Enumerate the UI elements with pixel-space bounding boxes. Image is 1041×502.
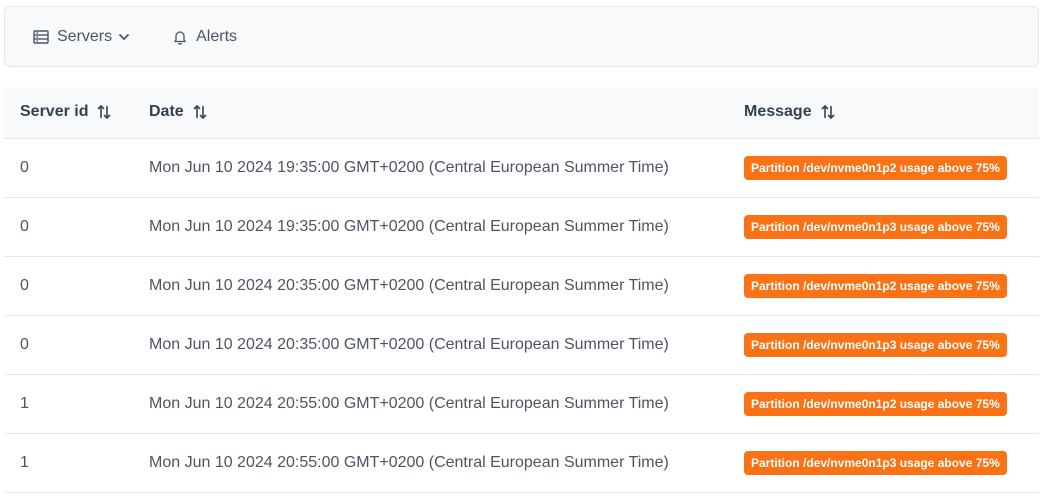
chevron-down-icon	[118, 33, 130, 40]
server-id-cell: 1	[20, 394, 29, 412]
warning-badge: Partition /dev/nvme0n1p2 usage above 75%	[744, 273, 1007, 298]
servers-menu-label: Servers	[57, 27, 113, 45]
sort-icon[interactable]	[96, 104, 112, 120]
server-id-cell: 0	[20, 335, 29, 353]
table-row[interactable]: 0 Mon Jun 10 2024 20:35:00 GMT+0200 (Cen…	[4, 315, 1039, 374]
alerts-table: Server id Date Message 0 Mon Jun 10 2024…	[4, 87, 1039, 493]
date-cell: Mon Jun 10 2024 19:35:00 GMT+0200 (Centr…	[149, 158, 669, 176]
message-cell: Partition /dev/nvme0n1p2 usage above 75%	[728, 138, 1039, 197]
table-row[interactable]: 0 Mon Jun 10 2024 19:35:00 GMT+0200 (Cen…	[4, 197, 1039, 256]
alerts-menu-label: Alerts	[196, 27, 238, 45]
warning-badge: Partition /dev/nvme0n1p3 usage above 75%	[744, 450, 1007, 475]
message-cell: Partition /dev/nvme0n1p2 usage above 75%	[728, 256, 1039, 315]
warning-badge: Partition /dev/nvme0n1p3 usage above 75%	[744, 214, 1007, 239]
column-header-date[interactable]: Date	[133, 87, 728, 138]
table-body: 0 Mon Jun 10 2024 19:35:00 GMT+0200 (Cen…	[4, 138, 1039, 492]
server-icon	[33, 29, 49, 44]
warning-badge: Partition /dev/nvme0n1p2 usage above 75%	[744, 391, 1007, 416]
warning-badge: Partition /dev/nvme0n1p3 usage above 75%	[744, 332, 1007, 357]
server-id-cell: 0	[20, 276, 29, 294]
date-cell: Mon Jun 10 2024 20:35:00 GMT+0200 (Centr…	[149, 335, 669, 353]
message-cell: Partition /dev/nvme0n1p3 usage above 75%	[728, 433, 1039, 492]
sort-icon[interactable]	[192, 104, 208, 120]
column-header-server-id[interactable]: Server id	[4, 87, 133, 138]
bell-icon	[173, 30, 187, 45]
table-row[interactable]: 1 Mon Jun 10 2024 20:55:00 GMT+0200 (Cen…	[4, 433, 1039, 492]
alerts-menu[interactable]: Alerts	[172, 28, 237, 46]
column-header-message[interactable]: Message	[728, 87, 1039, 138]
date-cell: Mon Jun 10 2024 20:55:00 GMT+0200 (Centr…	[149, 453, 669, 471]
column-header-label: Message	[744, 103, 812, 121]
servers-menu[interactable]: Servers	[33, 28, 130, 46]
top-menubar: Servers Alerts	[4, 6, 1039, 67]
table-row[interactable]: 1 Mon Jun 10 2024 20:55:00 GMT+0200 (Cen…	[4, 374, 1039, 433]
server-id-cell: 0	[20, 217, 29, 235]
message-cell: Partition /dev/nvme0n1p3 usage above 75%	[728, 197, 1039, 256]
server-id-cell: 1	[20, 453, 29, 471]
column-header-label: Date	[149, 103, 184, 121]
message-cell: Partition /dev/nvme0n1p2 usage above 75%	[728, 374, 1039, 433]
table-row[interactable]: 0 Mon Jun 10 2024 19:35:00 GMT+0200 (Cen…	[4, 138, 1039, 197]
column-header-label: Server id	[20, 103, 89, 121]
table-row[interactable]: 0 Mon Jun 10 2024 20:35:00 GMT+0200 (Cen…	[4, 256, 1039, 315]
date-cell: Mon Jun 10 2024 20:35:00 GMT+0200 (Centr…	[149, 276, 669, 294]
date-cell: Mon Jun 10 2024 19:35:00 GMT+0200 (Centr…	[149, 217, 669, 235]
server-id-cell: 0	[20, 158, 29, 176]
message-cell: Partition /dev/nvme0n1p3 usage above 75%	[728, 315, 1039, 374]
sort-icon[interactable]	[820, 104, 836, 120]
table-header: Server id Date Message	[4, 87, 1039, 138]
date-cell: Mon Jun 10 2024 20:55:00 GMT+0200 (Centr…	[149, 394, 669, 412]
warning-badge: Partition /dev/nvme0n1p2 usage above 75%	[744, 155, 1007, 180]
